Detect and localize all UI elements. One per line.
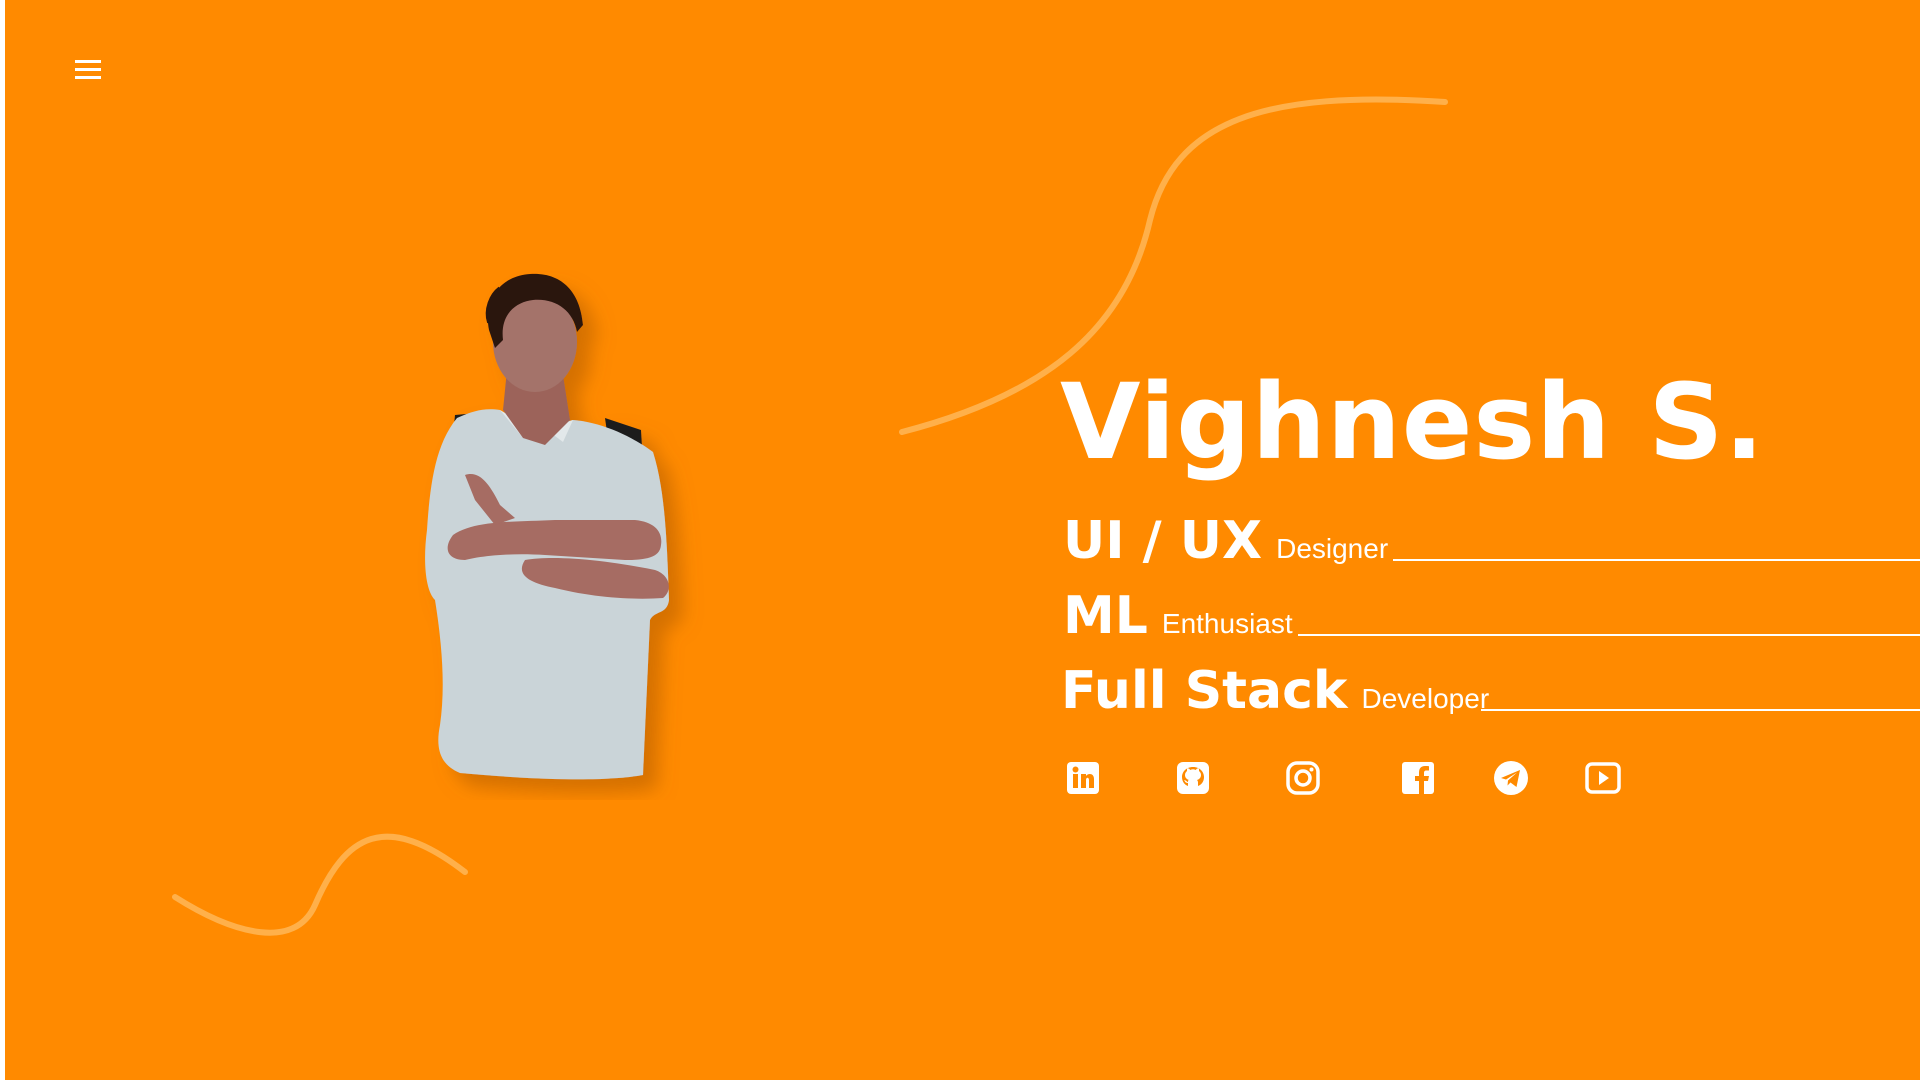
- hamburger-menu-icon: [75, 60, 101, 63]
- facebook-icon: [1402, 762, 1434, 794]
- github-link[interactable]: [1175, 760, 1211, 796]
- telegram-icon: [1494, 761, 1528, 795]
- role-subtitle: Designer: [1276, 533, 1389, 564]
- role-subtitle: Enthusiast: [1161, 608, 1293, 639]
- role-underline: [1481, 709, 1920, 711]
- role-title: UI / UX: [1063, 511, 1263, 571]
- role-line-developer: Full Stack Developer: [1061, 661, 1920, 721]
- bottom-curve: [172, 833, 468, 936]
- facebook-link[interactable]: [1400, 760, 1436, 796]
- youtube-icon: [1585, 762, 1621, 794]
- hamburger-menu-button[interactable]: [75, 56, 105, 82]
- github-icon: [1177, 762, 1209, 794]
- hero-page: Vighnesh S. UI / UX Designer ML Enthusia…: [5, 0, 1920, 1080]
- role-line-enthusiast: ML Enthusiast: [1063, 586, 1920, 646]
- role-title: ML: [1063, 586, 1148, 646]
- social-links: [1065, 760, 1625, 800]
- youtube-link[interactable]: [1585, 760, 1621, 796]
- role-underline: [1298, 634, 1920, 636]
- role-line-designer: UI / UX Designer: [1063, 511, 1920, 571]
- instagram-icon: [1286, 761, 1320, 795]
- instagram-link[interactable]: [1285, 760, 1321, 796]
- role-subtitle: Developer: [1361, 683, 1490, 714]
- role-title: Full Stack: [1061, 661, 1348, 721]
- decorative-curves: [172, 96, 1448, 936]
- hero-name: Vighnesh S.: [1060, 361, 1765, 483]
- telegram-link[interactable]: [1493, 760, 1529, 796]
- linkedin-link[interactable]: [1065, 760, 1101, 796]
- role-underline: [1393, 559, 1920, 561]
- linkedin-icon: [1067, 762, 1099, 794]
- person-illustration: [425, 273, 669, 780]
